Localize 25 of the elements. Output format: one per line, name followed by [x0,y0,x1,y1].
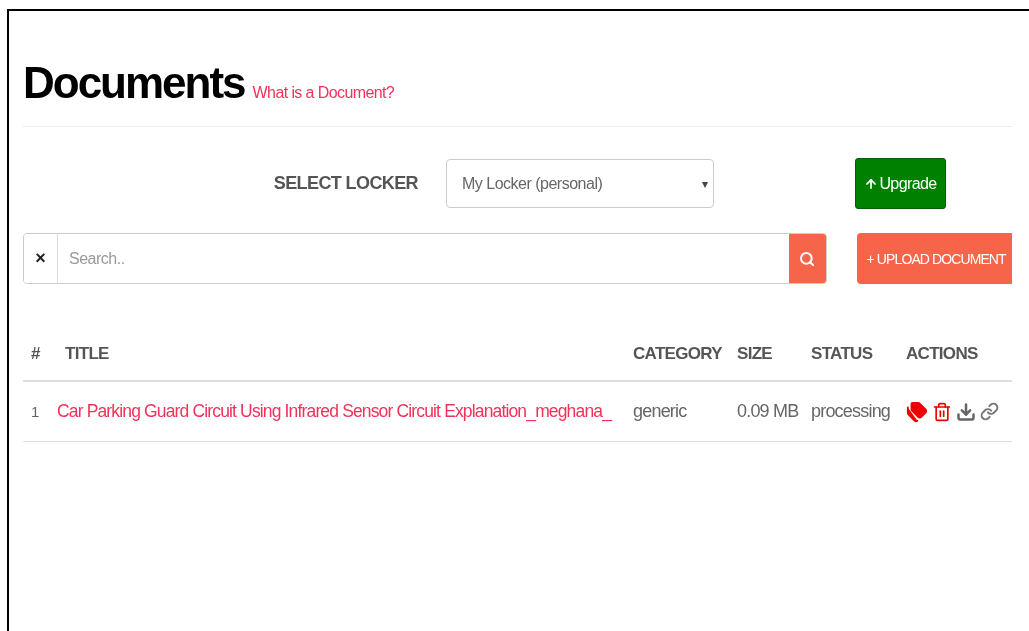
locker-select[interactable]: My Locker (personal) ▾ [446,159,714,208]
locker-label: SELECT LOCKER [273,173,418,194]
upload-document-button[interactable]: + UPLOAD DOCUMENT [856,233,1012,284]
document-title-link[interactable]: Car Parking Guard Circuit Using Infrared Sensor Circuit Explanation_meghana_ [57,401,625,422]
search-icon [799,250,816,267]
search-field[interactable]: × Search.. [23,233,827,284]
column-header: STATUS [810,344,874,364]
status-cell-text: processing [810,401,892,422]
tags-icon[interactable] [906,400,928,423]
column-header: TITLE [64,344,110,364]
download-icon[interactable] [956,401,976,422]
row-number: 1 [30,403,40,420]
upgrade-button[interactable]: Upgrade [855,158,946,209]
help-link[interactable]: What is a Document? [252,84,395,102]
clear-button[interactable]: × [24,234,58,283]
size-cell-text: 0.09 MB [736,401,800,422]
page-title: Documents [23,58,245,108]
column-header: SIZE [736,344,773,364]
column-header: ACTIONS [905,344,979,364]
link-icon[interactable] [980,402,999,421]
trash-icon[interactable] [932,401,952,422]
column-header: # [30,344,42,364]
column-header: CATEGORY [632,344,723,364]
search-button[interactable] [788,234,826,283]
category-cell-text: generic [632,401,688,422]
